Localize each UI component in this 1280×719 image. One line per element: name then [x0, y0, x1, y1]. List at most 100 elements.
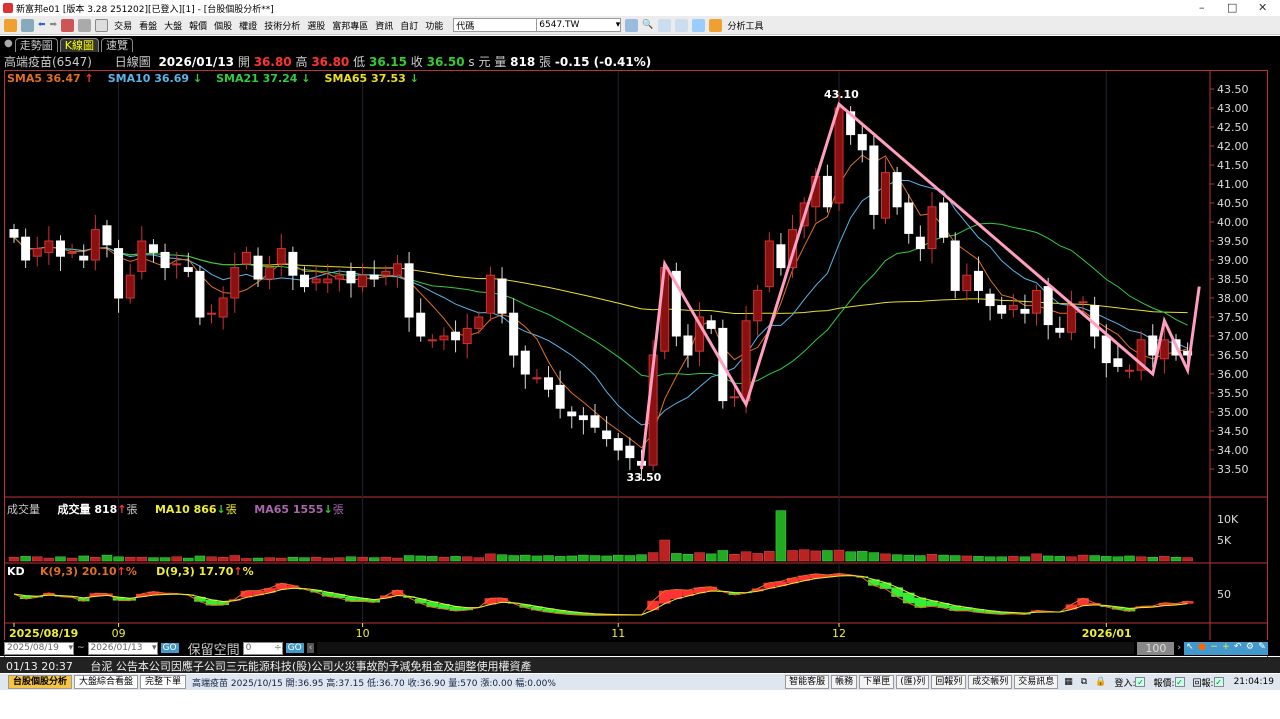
candle-body [613, 438, 623, 451]
tab-kline[interactable]: K線圖 [59, 38, 99, 52]
candle-body [230, 267, 240, 299]
status-button[interactable]: 智能客服 [785, 675, 830, 689]
zoom-out-icon[interactable]: − [1210, 642, 1218, 655]
undo-icon[interactable]: ↶ [1234, 642, 1242, 655]
menu-3[interactable]: 報價 [187, 19, 209, 32]
scroll-left-icon[interactable]: ‹ [306, 643, 315, 653]
chart-area[interactable]: 43.50 43.00 42.50 42.00 41.50 41.00 40.50 40.00… [4, 70, 1268, 658]
status-button[interactable]: (匯)列 [896, 675, 930, 689]
candle-body [183, 267, 193, 272]
arrow-up-icon: ↑ [233, 565, 243, 578]
search-icon[interactable]: 🔍 [642, 20, 653, 30]
candle [939, 197, 949, 243]
lock-icon[interactable]: 🔒 [1095, 677, 1106, 687]
collapse-icon[interactable]: ● [4, 38, 13, 52]
status-button[interactable]: 下單匣 [859, 675, 895, 689]
forward-icon[interactable]: ➡ [50, 20, 58, 30]
menu-7[interactable]: 選股 [305, 19, 327, 32]
vol-value: 818 [510, 55, 536, 69]
tab-overview[interactable]: 速覽 [100, 38, 133, 52]
reserve-go-button[interactable]: GO [285, 643, 304, 653]
vol-label: 量 [494, 55, 507, 69]
candle-body [857, 134, 867, 151]
menu-9[interactable]: 資訊 [373, 19, 395, 32]
volume-bar [31, 556, 43, 562]
volume-bar [1135, 556, 1147, 562]
chevron-down-icon[interactable]: ▾ [616, 20, 621, 30]
scrollbar[interactable] [317, 642, 1135, 654]
menu-11[interactable]: 功能 [423, 19, 445, 32]
zoom-in-icon[interactable]: + [1222, 642, 1230, 655]
back-icon[interactable]: ⬅ [38, 20, 46, 30]
to-date: 2026/01/13 [90, 642, 143, 653]
menu-2[interactable]: 大盤 [162, 19, 184, 32]
candle [520, 345, 530, 389]
scroll-right-icon[interactable]: › [1177, 643, 1181, 653]
menu-10[interactable]: 自訂 [398, 19, 420, 32]
chart-icon[interactable] [657, 18, 671, 32]
volume-value: 成交量 818 [57, 503, 118, 516]
k-icon[interactable] [674, 18, 688, 32]
clock-icon[interactable]: ● [1198, 642, 1206, 655]
home-icon[interactable] [4, 18, 17, 32]
status-button[interactable]: 帳務 [831, 675, 858, 689]
candle-body [532, 377, 542, 380]
status-tab-order[interactable]: 完整下單 [140, 675, 187, 689]
volume-bar [368, 557, 380, 562]
menu-8[interactable]: 富邦專區 [330, 19, 370, 32]
print-icon[interactable] [78, 18, 92, 32]
candle-body [1148, 335, 1158, 356]
cursor-icon[interactable]: ↖ [1186, 642, 1194, 655]
popout-icon[interactable]: ⧉ [1081, 677, 1087, 687]
volume-bar [740, 551, 752, 562]
status-button[interactable]: 回報列 [931, 675, 967, 689]
pointer-icon[interactable] [691, 18, 705, 32]
status-bar: 台股個股分析 大盤綜合看盤 完整下單 高端疫苗 2025/10/15 開:36.… [0, 674, 1280, 690]
code-input[interactable]: 6547.TW ▾ [536, 18, 622, 32]
status-button[interactable]: 成交帳列 [968, 675, 1013, 689]
user-icon[interactable] [61, 18, 75, 32]
volume-bar [880, 553, 891, 562]
settings-icon[interactable]: ⚙ [1246, 642, 1254, 655]
status-button[interactable]: 交易訊息 [1014, 675, 1059, 689]
calculator-icon[interactable]: ▦ [1064, 677, 1073, 687]
close-button[interactable]: ✕ [1258, 1, 1267, 14]
maximize-button[interactable]: □ [1227, 1, 1237, 14]
zoom-value[interactable]: 100 [1137, 641, 1175, 655]
candle [392, 255, 402, 288]
high-value: 36.80 [311, 55, 350, 69]
from-date-select[interactable]: 2025/08/19 ▾ [4, 641, 74, 655]
doc-icon[interactable] [21, 18, 34, 32]
menu-1[interactable]: 看盤 [137, 19, 159, 32]
reserve-input[interactable]: 0 ÷ [242, 641, 283, 655]
menu-0[interactable]: 交易 [112, 19, 134, 32]
go-button[interactable]: GO [160, 643, 179, 653]
status-tab-market[interactable]: 大盤綜合看盤 [74, 675, 139, 689]
to-date-select[interactable]: 2026/01/13 ▾ [87, 641, 158, 655]
candle [822, 164, 832, 213]
candle-body [462, 327, 472, 345]
candle [776, 233, 786, 276]
tools-icon[interactable] [708, 18, 722, 32]
chart-svg[interactable]: 43.50 43.00 42.50 42.00 41.50 41.00 40.50 40.00… [5, 71, 1267, 641]
d-pct: % [242, 565, 254, 578]
date-label: 10 [356, 627, 370, 640]
edit-icon[interactable] [95, 18, 109, 32]
enter-icon[interactable] [625, 18, 639, 32]
date-label: 09 [112, 627, 126, 640]
analysis-tools-menu[interactable]: 分析工具 [726, 19, 766, 32]
menu-6[interactable]: 技術分析 [262, 19, 302, 32]
tab-intraday[interactable]: 走勢圖 [14, 38, 58, 52]
candle [1125, 364, 1135, 379]
menu-5[interactable]: 權證 [237, 19, 259, 32]
volume-bar [1077, 554, 1089, 562]
candle [927, 191, 937, 264]
low-value: 36.15 [368, 55, 407, 69]
minimize-button[interactable]: – [1199, 1, 1205, 14]
status-tab-stock-analysis[interactable]: 台股個股分析 [8, 675, 73, 689]
menu-4[interactable]: 個股 [212, 19, 234, 32]
news-text[interactable]: 台泥 公告本公司因應子公司三元能源科技(股)公司火災事故酌予減免租金及調整使用權… [90, 660, 531, 673]
news-ticker[interactable]: 01/13 20:37 台泥 公告本公司因應子公司三元能源科技(股)公司火災事故… [0, 657, 1280, 673]
draw-icon[interactable]: ✎ [1258, 642, 1266, 655]
price-tick-label: 37.00 [1217, 330, 1249, 343]
